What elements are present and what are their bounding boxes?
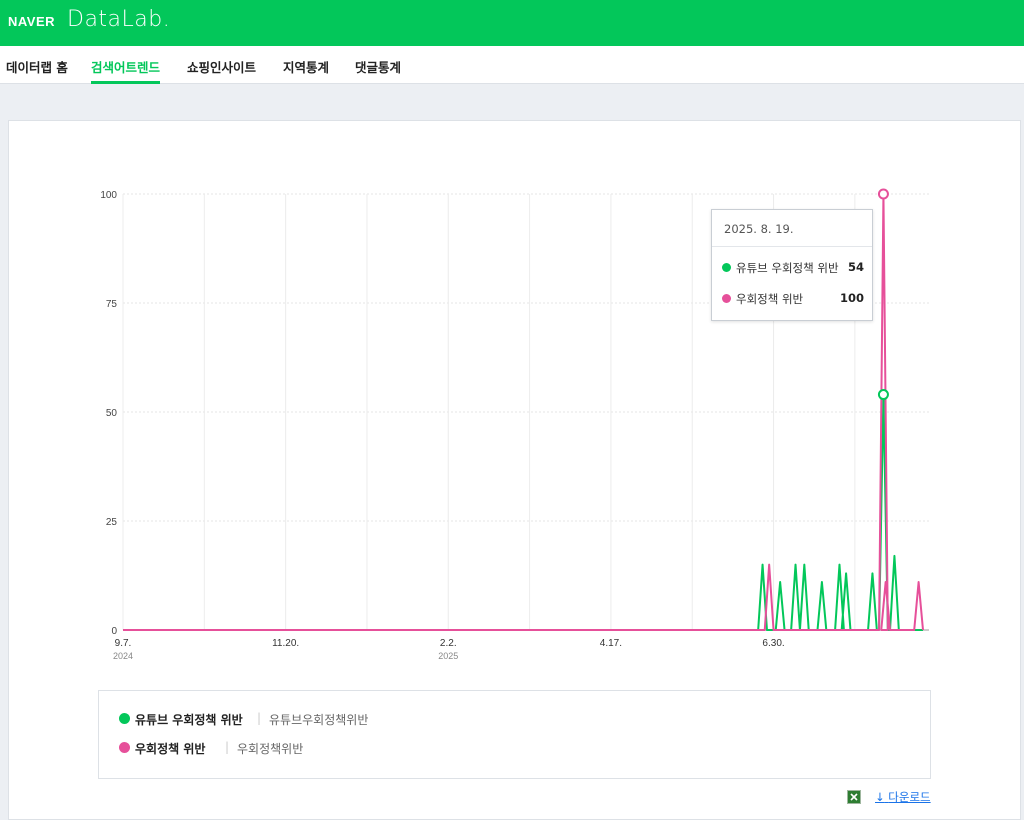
legend-keywords: 우회정책위반 bbox=[237, 742, 304, 756]
highlight-point-1 bbox=[877, 188, 889, 200]
tooltip-series-name: 유튜브 우회정책 위반 bbox=[736, 261, 839, 275]
x-tick-year: 2025 bbox=[438, 651, 458, 661]
x-tick-label: 2.2. bbox=[440, 638, 457, 649]
nav-item-datalab-home[interactable]: 데이터랩 홈 bbox=[6, 57, 68, 76]
active-tab-indicator bbox=[91, 81, 160, 84]
legend-series-name: 유튜브 우회정책 위반 bbox=[135, 713, 243, 727]
y-tick-label: 100 bbox=[100, 190, 117, 201]
tooltip-row: 우회정책 위반 100 bbox=[722, 291, 864, 307]
legend-keywords: 유튜브우회정책위반 bbox=[269, 713, 369, 727]
y-tick-label: 0 bbox=[111, 626, 117, 637]
x-tick-label: 6.30. bbox=[762, 638, 784, 649]
download-button[interactable]: ↓ 다운로드 bbox=[875, 789, 931, 805]
tooltip-date: 2025. 8. 19. bbox=[724, 222, 794, 236]
tooltip-series-name: 우회정책 위반 bbox=[736, 292, 804, 306]
x-tick-year: 2024 bbox=[113, 651, 133, 661]
chart-tooltip: 2025. 8. 19. 유튜브 우회정책 위반 54 우회정책 위반 100 bbox=[711, 209, 873, 321]
trend-panel: 0 25 50 75 100 9.7. 2024 11.20. 2.2. 2025 4.17. 6.… bbox=[8, 120, 1021, 820]
excel-icon[interactable] bbox=[847, 790, 861, 804]
y-tick-label: 50 bbox=[106, 408, 118, 419]
tooltip-series-value: 54 bbox=[847, 260, 864, 274]
tooltip-row: 유튜브 우회정책 위반 54 bbox=[722, 260, 864, 276]
y-axis-ticks: 0 25 50 75 100 bbox=[100, 190, 117, 637]
legend-series-name: 우회정책 위반 bbox=[135, 742, 206, 756]
y-tick-label: 75 bbox=[106, 299, 118, 310]
nav-item-comment-stats[interactable]: 댓글통계 bbox=[355, 57, 401, 76]
series-line-0 bbox=[123, 393, 923, 631]
tooltip-series-value: 100 bbox=[839, 291, 864, 305]
x-tick-label: 4.17. bbox=[600, 638, 622, 649]
datalab-logo[interactable]: DataLab. bbox=[67, 7, 170, 32]
main-nav: 데이터랩 홈 검색어트렌드 쇼핑인사이트 지역통계 댓글통계 bbox=[0, 46, 1024, 84]
legend-color-dot bbox=[119, 713, 130, 724]
naver-logo[interactable]: NAVER bbox=[8, 14, 55, 29]
series-color-dot bbox=[722, 263, 731, 272]
x-axis-ticks: 9.7. 2024 11.20. 2.2. 2025 4.17. 6.30. bbox=[113, 638, 785, 661]
x-tick-label: 11.20. bbox=[272, 638, 299, 649]
legend-color-dot bbox=[119, 742, 130, 753]
trend-chart[interactable]: 0 25 50 75 100 9.7. 2024 11.20. 2.2. 2025 4.17. 6.… bbox=[9, 121, 1020, 681]
download-label: 다운로드 bbox=[888, 790, 931, 804]
y-tick-label: 25 bbox=[106, 517, 118, 528]
top-header: NAVER DataLab. bbox=[0, 0, 1024, 46]
nav-item-search-trend[interactable]: 검색어트렌드 bbox=[91, 57, 160, 76]
chart-legend: 유튜브 우회정책 위반 | 유튜브우회정책위반 우회정책 위반 | 우회정책위반 bbox=[98, 690, 931, 779]
nav-item-shopping-insight[interactable]: 쇼핑인사이트 bbox=[187, 57, 256, 76]
legend-separator: | bbox=[257, 711, 262, 725]
download-arrow-icon: ↓ bbox=[875, 790, 885, 804]
nav-item-region-stats[interactable]: 지역통계 bbox=[283, 57, 329, 76]
x-tick-label: 9.7. bbox=[115, 638, 132, 649]
legend-separator: | bbox=[225, 740, 230, 754]
tooltip-divider bbox=[712, 246, 872, 247]
highlight-point-0 bbox=[877, 389, 889, 401]
series-color-dot bbox=[722, 294, 731, 303]
